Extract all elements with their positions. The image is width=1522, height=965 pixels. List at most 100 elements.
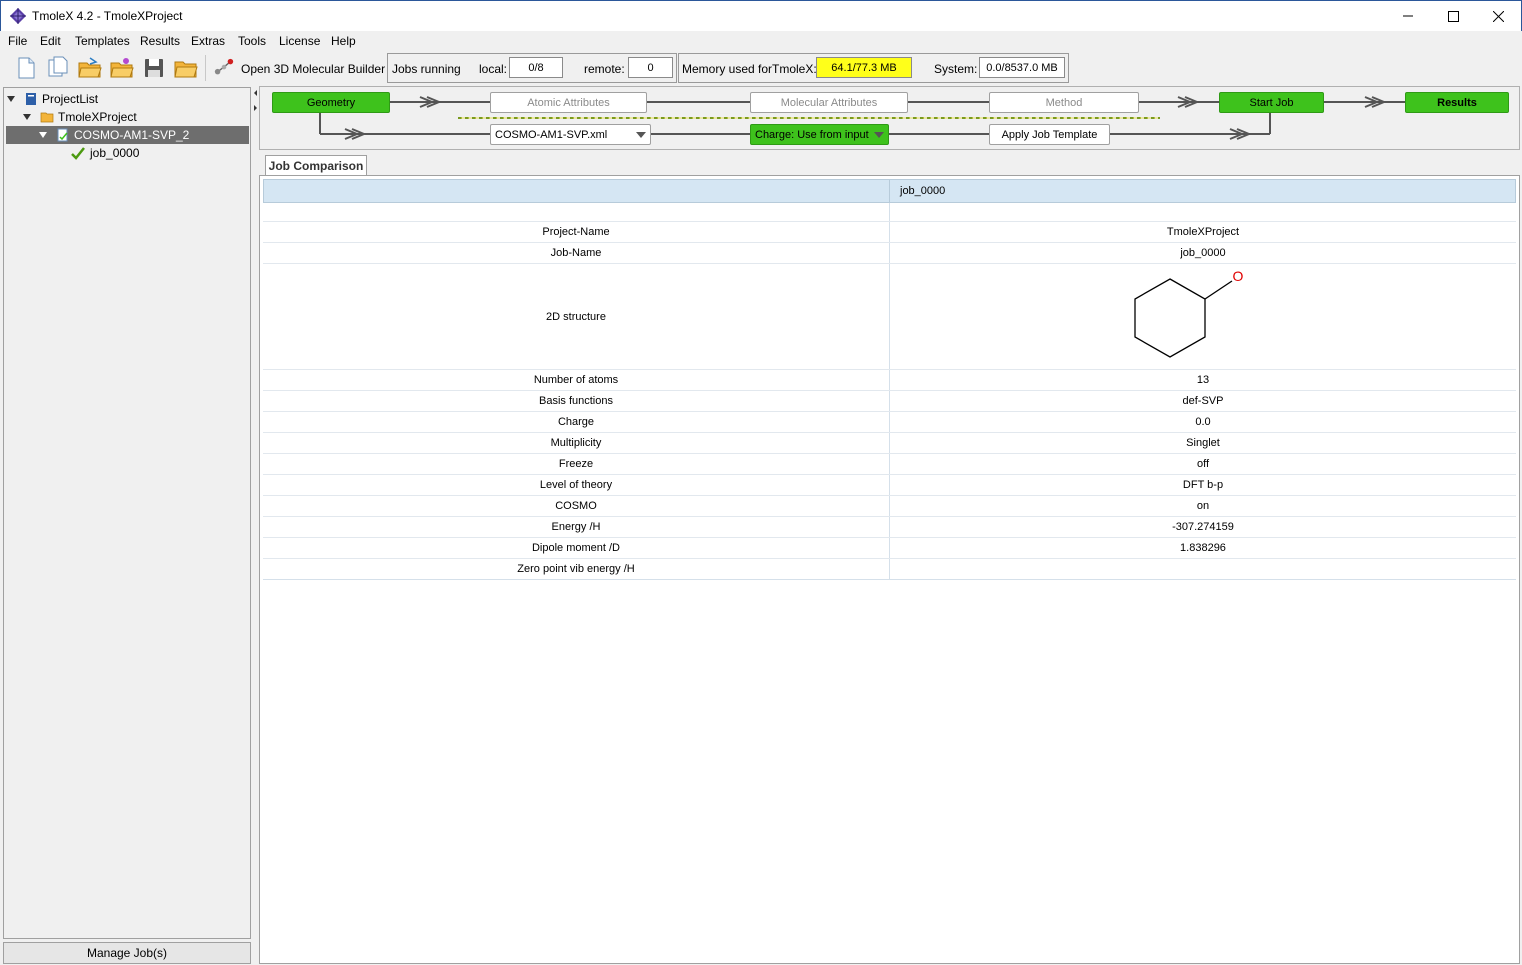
row-value: job_0000 <box>1180 247 1226 259</box>
open-folder-icon[interactable] <box>78 56 102 80</box>
menu-edit[interactable]: Edit <box>40 34 61 48</box>
checkmark-icon <box>71 147 85 160</box>
tree-label-job: job_0000 <box>90 146 140 160</box>
maximize-icon <box>1447 10 1459 22</box>
apply-job-template-button[interactable]: Apply Job Template <box>989 124 1110 145</box>
tmolex-app-icon <box>10 8 26 24</box>
tree-label-subproject: COSMO-AM1-SVP_2 <box>74 128 190 142</box>
table-row: Dipole moment /D 1.838296 <box>263 538 1516 559</box>
tree-expand-icon[interactable] <box>38 130 48 140</box>
table-row: Number of atoms 13 <box>263 370 1516 391</box>
header-job-column[interactable]: job_0000 <box>900 180 945 202</box>
oxygen-atom-label: O <box>1233 268 1244 284</box>
new-file-icon[interactable] <box>14 56 38 80</box>
folder-icon[interactable] <box>174 56 198 80</box>
remote-jobs-field: 0 <box>628 57 673 78</box>
maximize-button[interactable] <box>1430 1 1476 31</box>
row-value: 0.0 <box>1195 416 1211 428</box>
new-project-icon[interactable] <box>46 56 70 80</box>
row-label: Charge <box>263 412 890 432</box>
table-row: Level of theory DFT b-p <box>263 475 1516 496</box>
row-value: DFT b-p <box>1182 479 1224 491</box>
row-label: Job-Name <box>263 243 890 263</box>
menu-license[interactable]: License <box>279 34 320 48</box>
system-memory-field: 0.0/8537.0 MB <box>979 57 1065 78</box>
row-label: Dipole moment /D <box>263 538 890 558</box>
builder-button[interactable]: Open 3D Molecular Builder <box>241 62 385 76</box>
minimize-icon <box>1403 15 1413 17</box>
table-row: Charge 0.0 <box>263 412 1516 433</box>
row-label: 2D structure <box>263 264 890 369</box>
table-row: Project-Name TmoleXProject <box>263 222 1516 243</box>
menu-help[interactable]: Help <box>331 34 356 48</box>
row-value: on <box>1196 500 1210 512</box>
jobs-running-label: Jobs running <box>392 62 461 76</box>
toolbar-separator <box>205 55 206 81</box>
tmolex-memory-label: TmoleX: <box>772 62 817 76</box>
tree-expand-icon[interactable] <box>22 112 32 122</box>
menu-tools[interactable]: Tools <box>238 34 266 48</box>
row-label: Basis functions <box>263 391 890 411</box>
menu-extras[interactable]: Extras <box>191 34 225 48</box>
row-label: Freeze <box>263 454 890 474</box>
charge-select-value: Charge: Use from input <box>755 128 869 141</box>
results-button[interactable]: Results <box>1405 92 1509 113</box>
menu-results[interactable]: Results <box>140 34 180 48</box>
tree-expand-icon[interactable] <box>6 94 16 104</box>
molecule-2d-structure: O <box>1134 268 1244 358</box>
menu-bar: File Edit Templates Results Extras Tools… <box>1 31 1521 51</box>
tree-item-job[interactable]: job_0000 <box>70 144 246 162</box>
molecule-builder-icon[interactable] <box>213 56 235 80</box>
tree-item-project[interactable]: TmoleXProject <box>22 108 246 126</box>
tree-label-projectlist: ProjectList <box>42 92 99 106</box>
job-comparison-panel: job_0000 Project-Name TmoleXProject Job-… <box>259 175 1520 964</box>
title-bar: TmoleX 4.2 - TmoleXProject <box>0 0 1522 31</box>
tree-item-subproject[interactable]: COSMO-AM1-SVP_2 <box>6 126 249 144</box>
header-label-column[interactable] <box>264 180 890 202</box>
molecular-attributes-button[interactable]: Molecular Attributes <box>750 92 908 113</box>
local-jobs-field: 0/8 <box>509 57 563 78</box>
template-select[interactable]: COSMO-AM1-SVP.xml <box>490 124 651 145</box>
table-row <box>263 203 1516 222</box>
tree-item-projectlist[interactable]: ProjectList <box>6 90 246 108</box>
tab-job-comparison[interactable]: Job Comparison <box>265 155 367 176</box>
row-label: Number of atoms <box>263 370 890 390</box>
project-tree[interactable]: ProjectList TmoleXProject COSMO-AM1-SVP_… <box>3 87 251 939</box>
table-header: job_0000 <box>263 179 1516 203</box>
open-recent-icon[interactable] <box>110 56 134 80</box>
table-row: Freeze off <box>263 454 1516 475</box>
table-row: Basis functions def-SVP <box>263 391 1516 412</box>
panel-splitter[interactable] <box>252 85 259 965</box>
close-button[interactable] <box>1475 1 1521 31</box>
template-select-value: COSMO-AM1-SVP.xml <box>495 128 608 141</box>
row-value <box>890 559 1516 579</box>
row-value: def-SVP <box>1182 395 1224 407</box>
project-list-icon <box>26 93 36 105</box>
row-value: Singlet <box>1186 437 1220 449</box>
row-label: Project-Name <box>263 222 890 242</box>
menu-templates[interactable]: Templates <box>75 34 130 48</box>
toolbar: Open 3D Molecular Builder Jobs running l… <box>1 51 1521 85</box>
start-job-button[interactable]: Start Job <box>1219 92 1324 113</box>
menu-file[interactable]: File <box>8 34 27 48</box>
close-icon <box>1492 10 1504 22</box>
geometry-step-button[interactable]: Geometry <box>272 92 390 113</box>
row-label: Level of theory <box>263 475 890 495</box>
table-row: Energy /H -307.274159 <box>263 517 1516 538</box>
system-memory-label: System: <box>934 62 978 76</box>
table-row: Job-Name job_0000 <box>263 243 1516 264</box>
method-button[interactable]: Method <box>989 92 1139 113</box>
save-icon[interactable] <box>142 56 166 80</box>
atomic-attributes-button[interactable]: Atomic Attributes <box>490 92 647 113</box>
table-row: COSMO on <box>263 496 1516 517</box>
row-value: TmoleXProject <box>1166 226 1240 238</box>
folder-icon <box>40 112 54 123</box>
collapse-arrows-icon[interactable] <box>253 89 258 111</box>
charge-select[interactable]: Charge: Use from input <box>750 124 889 145</box>
manage-jobs-button[interactable]: Manage Job(s) <box>3 942 251 964</box>
chevron-down-icon <box>874 132 884 138</box>
table-cell <box>890 203 1516 221</box>
row-value: -307.274159 <box>1172 521 1234 533</box>
minimize-button[interactable] <box>1385 1 1431 31</box>
table-row: Zero point vib energy /H <box>263 559 1516 580</box>
